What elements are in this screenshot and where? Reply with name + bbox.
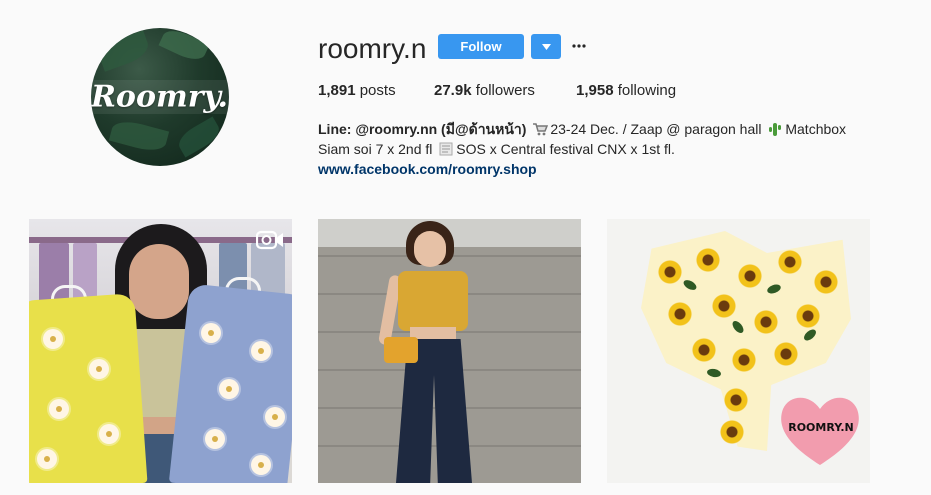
bio-name: Line: @roomry.nn (มี@ด้านหน้า) — [318, 121, 527, 137]
following-count: 1,958 — [576, 82, 614, 99]
post-thumbnail[interactable] — [318, 219, 581, 483]
bio-event-text: 23-24 Dec. / Zaap @ paragon hall — [550, 121, 762, 137]
profile-bio: Line: @roomry.nn (มี@ด้านหน้า) 23-24 Dec… — [318, 119, 878, 179]
shopping-cart-icon — [533, 123, 549, 136]
bio-matchbox-text: Matchbox — [785, 121, 847, 137]
post-thumbnail[interactable] — [29, 219, 292, 483]
avatar-logo-text: Roomry.n — [91, 79, 229, 115]
chevron-down-icon — [541, 43, 551, 50]
stat-followers[interactable]: 27.9k followers — [434, 82, 535, 99]
more-horizontal-icon — [572, 44, 586, 48]
instagram-profile-page: Roomry.n roomry.n Follow 1,891 posts 27.… — [0, 0, 931, 495]
suggested-dropdown-button[interactable] — [531, 34, 561, 59]
stat-posts: 1,891 posts — [318, 82, 396, 99]
post-watermark: ROOMRY.N — [788, 421, 854, 434]
post-thumbnail[interactable]: ROOMRY.N — [607, 219, 870, 483]
bio-line-2: Siam soi 7 x 2nd fl SOS x Central festiv… — [318, 139, 878, 159]
bio-website-link[interactable]: www.facebook.com/roomry.shop — [318, 159, 878, 179]
posts-label: posts — [359, 82, 396, 99]
bio-line-1: Line: @roomry.nn (มี@ด้านหน้า) 23-24 Dec… — [318, 119, 878, 139]
followers-label: followers — [475, 82, 535, 99]
more-options-button[interactable] — [571, 38, 587, 54]
profile-avatar[interactable]: Roomry.n — [91, 28, 229, 166]
followers-count: 27.9k — [434, 82, 472, 99]
stat-following[interactable]: 1,958 following — [576, 82, 676, 99]
profile-username: roomry.n — [318, 33, 427, 64]
bio-sos-text: SOS x Central festival CNX x 1st fl. — [456, 141, 675, 157]
cactus-icon — [769, 123, 782, 136]
newspaper-icon — [439, 142, 453, 156]
bio-siam-text: Siam soi 7 x 2nd fl — [318, 141, 433, 157]
following-label: following — [617, 82, 677, 99]
video-camera-icon — [256, 230, 283, 250]
posts-count: 1,891 — [318, 82, 356, 99]
follow-button[interactable]: Follow — [438, 34, 524, 59]
